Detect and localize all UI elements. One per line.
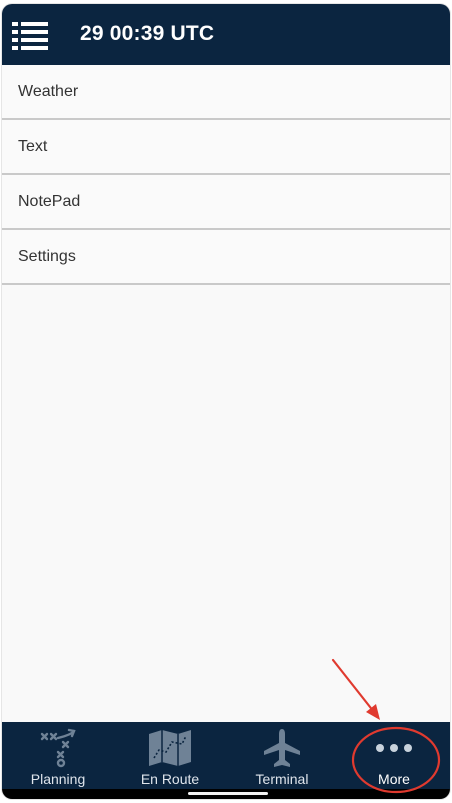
route-plan-icon (40, 728, 76, 768)
tab-planning[interactable]: Planning (2, 722, 114, 789)
tab-en-route[interactable]: En Route (114, 722, 226, 789)
list-menu-icon (12, 22, 48, 50)
menu-item-settings[interactable]: Settings (2, 230, 450, 285)
menu-button[interactable] (12, 21, 50, 51)
more-menu-list: Weather Text NotePad Settings (2, 65, 450, 285)
app-window: 29 00:39 UTC Weather Text NotePad Settin… (2, 4, 450, 799)
tab-label: Terminal (255, 771, 309, 787)
menu-item-label: Weather (18, 82, 79, 100)
home-bar (2, 789, 450, 799)
menu-item-label: Text (18, 137, 48, 155)
more-dots-icon (376, 744, 412, 752)
utc-time-title: 29 00:39 UTC (80, 22, 215, 45)
tab-label: En Route (140, 771, 200, 787)
airplane-icon (264, 729, 300, 767)
home-indicator (188, 792, 268, 795)
menu-item-label: NotePad (18, 192, 81, 210)
tab-label: More (378, 771, 410, 787)
map-icon (149, 730, 191, 766)
top-bar: 29 00:39 UTC (2, 4, 450, 65)
menu-item-notepad[interactable]: NotePad (2, 175, 450, 230)
menu-item-weather[interactable]: Weather (2, 65, 450, 120)
tab-terminal[interactable]: Terminal (226, 722, 338, 789)
menu-item-label: Settings (18, 247, 76, 265)
tab-label: Planning (30, 771, 86, 787)
menu-item-text[interactable]: Text (2, 120, 450, 175)
tab-more[interactable]: More (338, 722, 450, 789)
bottom-tab-bar: Planning En Route Terminal More (2, 722, 450, 789)
